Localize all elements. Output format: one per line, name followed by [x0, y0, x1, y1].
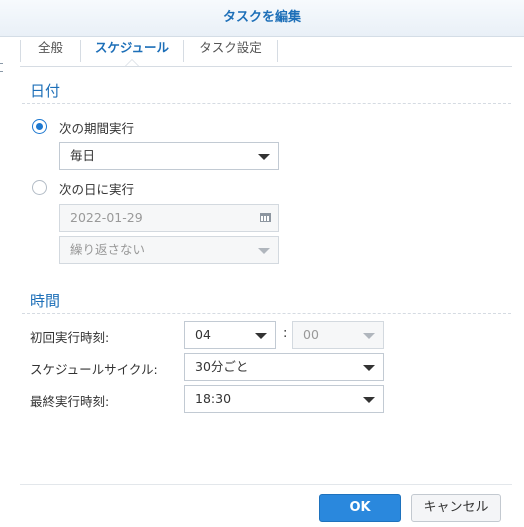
- cycle-select-value: 30分ごと: [195, 359, 249, 374]
- specific-date-radio-label: 次の日に実行: [59, 182, 135, 197]
- background-window-edge: [0, 63, 3, 64]
- date-field-value: 2022-01-29: [70, 210, 143, 225]
- repeat-select[interactable]: 繰り返さない: [59, 236, 279, 264]
- cancel-button[interactable]: キャンセル: [411, 494, 501, 522]
- last-run-label: 最終実行時刻:: [30, 394, 110, 409]
- first-run-label: 初回実行時刻:: [30, 330, 110, 345]
- chevron-down-icon: [255, 333, 267, 339]
- periodic-radio-label: 次の期間実行: [59, 121, 135, 136]
- chevron-down-icon: [258, 248, 270, 254]
- hour-select[interactable]: 04: [184, 321, 276, 349]
- section-divider: [22, 103, 511, 104]
- footer-divider: [20, 484, 512, 485]
- minute-select[interactable]: 00: [292, 321, 384, 349]
- tab-task-settings[interactable]: タスク設定: [184, 36, 277, 66]
- cycle-label: スケジュールサイクル:: [30, 362, 158, 377]
- periodic-radio[interactable]: [32, 119, 47, 134]
- time-colon: :: [283, 326, 288, 341]
- date-section-title: 日付: [30, 82, 61, 100]
- dialog-title-bar: タスクを編集: [0, 0, 524, 37]
- period-select[interactable]: 毎日: [59, 142, 279, 170]
- tab-bar: 全般 スケジュール タスク設定: [20, 36, 512, 67]
- tab-separator: [277, 40, 278, 62]
- last-run-select[interactable]: 18:30: [184, 385, 384, 413]
- time-section-title: 時間: [30, 292, 61, 310]
- section-divider: [22, 313, 511, 314]
- background-window-edge: [0, 71, 3, 72]
- hour-select-value: 04: [195, 327, 211, 342]
- chevron-down-icon: [258, 154, 270, 160]
- ok-button[interactable]: OK: [319, 494, 401, 522]
- chevron-down-icon: [363, 397, 375, 403]
- period-select-value: 毎日: [70, 148, 96, 163]
- specific-date-radio[interactable]: [32, 180, 47, 195]
- chevron-down-icon: [363, 365, 375, 371]
- radio-selected-dot: [36, 123, 43, 130]
- last-run-select-value: 18:30: [195, 391, 232, 406]
- dialog-title: タスクを編集: [222, 10, 301, 25]
- chevron-down-icon: [363, 333, 375, 339]
- cycle-select[interactable]: 30分ごと: [184, 353, 384, 381]
- repeat-select-value: 繰り返さない: [70, 242, 146, 257]
- active-tab-indicator: [125, 59, 139, 66]
- tab-general[interactable]: 全般: [21, 36, 80, 66]
- calendar-icon: [260, 213, 271, 222]
- minute-select-value: 00: [303, 327, 319, 342]
- date-field[interactable]: 2022-01-29: [59, 204, 279, 232]
